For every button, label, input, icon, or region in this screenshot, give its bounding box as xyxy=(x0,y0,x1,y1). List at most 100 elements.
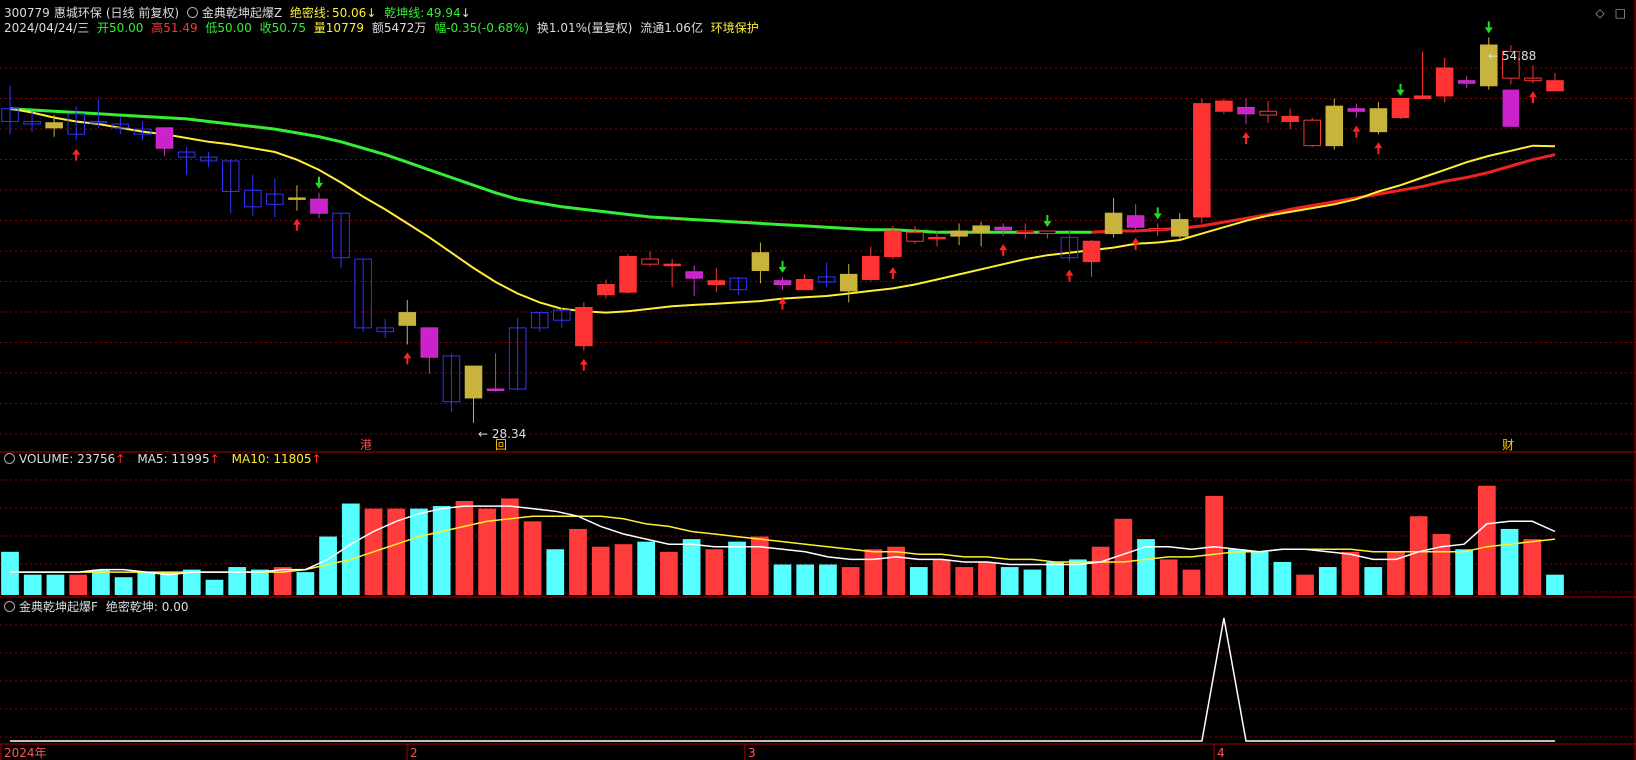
buy-arrow-icon xyxy=(888,267,897,280)
volume-bar xyxy=(69,574,88,595)
candle-body xyxy=(862,256,880,280)
candle-body xyxy=(1126,215,1145,228)
candle-body xyxy=(486,388,505,392)
candle-body xyxy=(1303,119,1321,147)
ma-green-line xyxy=(9,107,1092,234)
buy-arrow-icon xyxy=(999,244,1008,257)
candle-body xyxy=(707,280,726,286)
volume-bar xyxy=(1,551,19,595)
volume-bar xyxy=(1387,551,1405,595)
volume-bar xyxy=(1455,549,1473,595)
candle-body xyxy=(972,225,990,233)
sell-arrow-icon xyxy=(1153,207,1162,220)
volume-bar xyxy=(1341,551,1360,595)
volume-bar xyxy=(455,500,474,595)
volume-bar xyxy=(796,564,815,595)
candle-body xyxy=(1413,95,1432,100)
candle-body xyxy=(1435,67,1454,97)
candle-body xyxy=(1546,80,1564,92)
sell-arrow-icon xyxy=(1043,215,1052,228)
volume-bar xyxy=(773,564,792,595)
volume-bar xyxy=(1228,549,1246,595)
volume-bar xyxy=(591,546,610,595)
candle-body xyxy=(464,365,483,399)
candle-body xyxy=(1193,103,1211,218)
candle-body xyxy=(1457,80,1476,84)
candle-body xyxy=(1171,219,1189,237)
volume-bar xyxy=(160,572,178,595)
candle-body xyxy=(641,258,659,265)
sell-arrow-icon xyxy=(315,176,323,189)
candle-body xyxy=(45,122,63,129)
candle-body xyxy=(597,284,615,296)
candle-body xyxy=(619,256,637,293)
indicator-line xyxy=(10,617,1555,742)
stock-chart[interactable]: ← 54.88← 28.34港回财2024年 2 3 4 xyxy=(0,0,1636,760)
x-axis-label: 3 xyxy=(748,746,756,760)
candle-body xyxy=(884,230,902,258)
volume-bar xyxy=(296,572,315,595)
volume-bar xyxy=(728,541,746,595)
volume-bar xyxy=(1046,561,1065,595)
buy-arrow-icon xyxy=(1065,269,1074,282)
candle-body xyxy=(1237,106,1255,115)
volume-bar xyxy=(637,541,656,595)
volume-bar xyxy=(1477,485,1496,595)
volume-bar xyxy=(864,549,883,595)
volume-bar xyxy=(750,536,769,595)
volume-bar xyxy=(546,549,565,595)
candle-body xyxy=(1347,108,1366,112)
volume-bar xyxy=(228,567,247,595)
volume-bar xyxy=(205,579,224,595)
candle-body xyxy=(1325,105,1344,147)
candle-body xyxy=(1148,227,1167,231)
volume-bar xyxy=(1364,567,1383,595)
buy-arrow-icon xyxy=(292,218,301,231)
buy-arrow-icon xyxy=(403,352,412,365)
candle-body xyxy=(1104,212,1123,235)
volume-bar xyxy=(682,539,701,595)
buy-arrow-icon xyxy=(579,358,588,371)
candle-body xyxy=(751,252,770,272)
volume-bar xyxy=(887,546,905,595)
candle-body xyxy=(685,271,703,279)
candle-body xyxy=(773,280,792,286)
buy-arrow-icon xyxy=(1352,125,1361,138)
volume-bar xyxy=(978,561,996,595)
candle-body xyxy=(906,231,924,242)
candle-body xyxy=(420,327,439,358)
volume-bar xyxy=(1137,539,1155,595)
volume-bar xyxy=(1500,528,1519,595)
x-axis-label: 2 xyxy=(410,746,418,760)
volume-bar xyxy=(819,564,837,595)
candle-body xyxy=(1038,230,1057,235)
volume-bar xyxy=(1023,569,1042,595)
candle-body xyxy=(1391,98,1410,119)
candle-body xyxy=(663,263,681,267)
candle-body xyxy=(1082,240,1101,263)
volume-bar xyxy=(251,569,269,595)
volume-bar xyxy=(1250,551,1269,595)
volume-bar xyxy=(1546,574,1564,595)
volume-bar xyxy=(1205,495,1224,595)
candle-body xyxy=(575,306,593,347)
volume-bar xyxy=(1091,546,1110,595)
volume-bar xyxy=(92,569,110,595)
buy-arrow-icon xyxy=(1374,142,1383,155)
volume-bar xyxy=(1273,561,1292,595)
volume-bar xyxy=(1000,567,1019,595)
candle-body xyxy=(310,198,328,214)
buy-arrow-icon xyxy=(1131,237,1140,250)
marker-cai: 财 xyxy=(1502,438,1514,452)
buy-arrow-icon xyxy=(1528,91,1537,104)
volume-bar xyxy=(1432,534,1451,595)
volume-bar xyxy=(1159,559,1178,595)
candle-body xyxy=(950,230,968,237)
candle-body xyxy=(839,273,858,292)
volume-bar xyxy=(932,559,951,595)
candle-body xyxy=(1016,230,1035,234)
volume-bar xyxy=(500,498,519,595)
volume-bar xyxy=(46,574,65,595)
candle-body xyxy=(795,278,814,291)
sell-arrow-icon xyxy=(1396,83,1405,96)
